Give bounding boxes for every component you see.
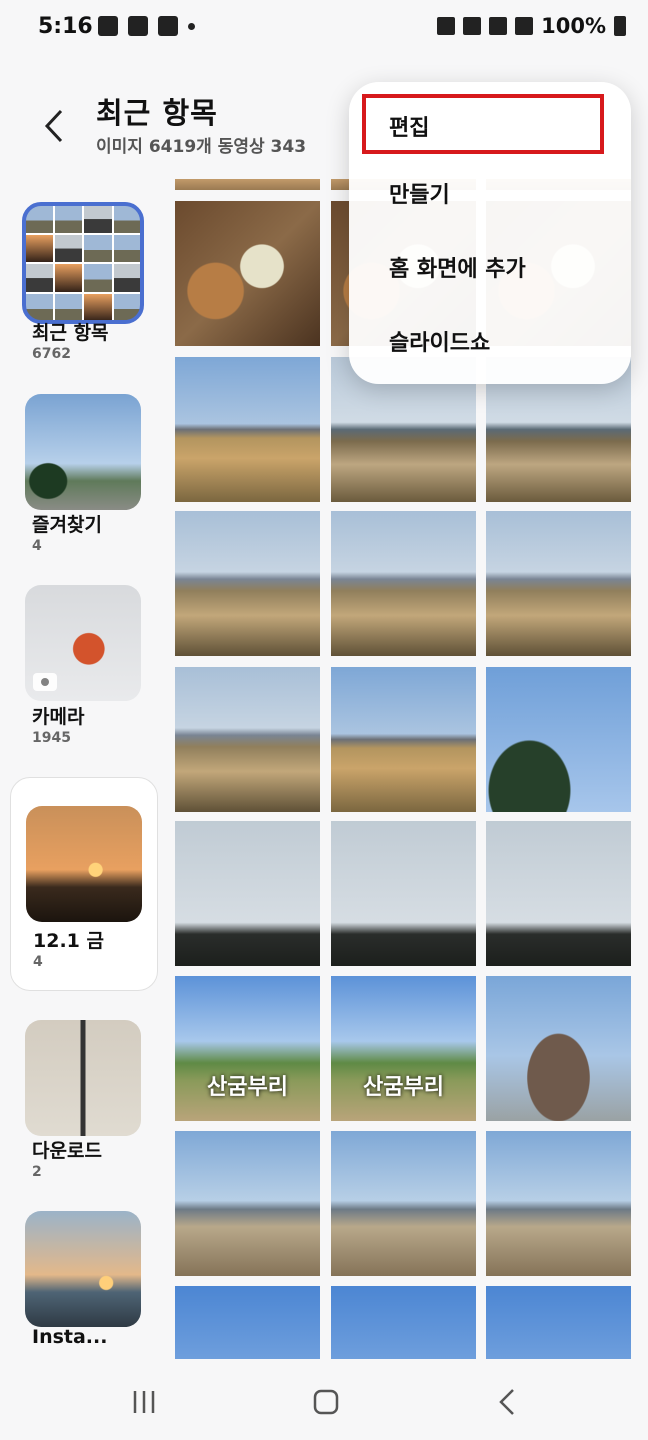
album-thumbnail (25, 1020, 141, 1136)
album-count: 2 (32, 1164, 42, 1180)
status-time: 5:16 (38, 14, 93, 39)
album-thumbnail (25, 585, 141, 701)
album-instagram[interactable]: Insta... (10, 1198, 158, 1358)
page-title: 최근 항목 (96, 96, 218, 130)
gallery-notification-icon (98, 16, 118, 36)
photo-thumbnail[interactable] (175, 1131, 320, 1276)
photo-thumbnail[interactable] (486, 1131, 631, 1276)
album-thumbnail (25, 1211, 141, 1327)
album-thumbnail (26, 806, 142, 922)
album-name: 12.1 금 (33, 930, 104, 952)
mute-icon (463, 17, 482, 35)
album-name: 즐겨찾기 (32, 514, 102, 536)
photo-thumbnail[interactable] (175, 201, 320, 346)
system-icons: 100% (437, 14, 626, 38)
share-notification-icon (128, 16, 148, 36)
overflow-menu: 편집 만들기 홈 화면에 추가 슬라이드쇼 (349, 82, 631, 384)
photo-thumbnail[interactable] (486, 1286, 631, 1359)
album-name: 카메라 (32, 706, 85, 728)
photo-thumbnail[interactable] (175, 511, 320, 656)
photo-caption: 산굼부리 (207, 1075, 288, 1100)
album-thumbnail (22, 202, 144, 324)
album-camera[interactable]: 카메라 1945 (10, 572, 158, 757)
album-count: 1945 (32, 730, 71, 746)
album-name: 다운로드 (32, 1140, 102, 1162)
camera-icon (33, 673, 57, 691)
album-recent[interactable]: 최근 항목 6762 (10, 190, 158, 375)
photo-thumbnail[interactable] (175, 357, 320, 502)
notification-icons (98, 16, 195, 36)
recents-icon (133, 1391, 155, 1413)
album-download[interactable]: 다운로드 2 (10, 1006, 158, 1191)
photo-thumbnail[interactable]: 산굼부리 (331, 976, 476, 1121)
photo-thumbnail[interactable] (486, 821, 631, 966)
photo-thumbnail[interactable] (331, 1131, 476, 1276)
photo-thumbnail[interactable] (331, 667, 476, 812)
photo-thumbnail[interactable] (175, 821, 320, 966)
back-icon (499, 1389, 514, 1415)
page-subtitle: 이미지 6419개 동영상 343 (96, 137, 307, 157)
photo-thumbnail[interactable] (486, 511, 631, 656)
album-name: 최근 항목 (32, 322, 109, 344)
wifi-icon (489, 17, 508, 35)
album-thumbnail (25, 394, 141, 510)
menu-item-create[interactable]: 만들기 (389, 177, 450, 209)
photo-thumbnail[interactable] (331, 1286, 476, 1359)
more-notifications-icon (188, 22, 195, 30)
chevron-left-icon (44, 109, 63, 143)
home-button[interactable] (306, 1382, 346, 1422)
recents-button[interactable] (124, 1382, 164, 1422)
menu-item-edit[interactable]: 편집 (389, 110, 429, 142)
navigation-bar (0, 1364, 648, 1440)
photo-thumbnail[interactable] (486, 976, 631, 1121)
status-bar: 5:16 100% (0, 0, 648, 56)
battery-icon (614, 16, 626, 36)
back-button[interactable] (36, 102, 72, 150)
signal-icon (515, 17, 534, 35)
photo-thumbnail[interactable] (331, 511, 476, 656)
photo-thumbnail[interactable] (175, 667, 320, 812)
back-nav-button[interactable] (488, 1382, 528, 1422)
album-name: Insta... (32, 1326, 108, 1348)
menu-item-add-to-home[interactable]: 홈 화면에 추가 (389, 251, 526, 283)
album-12-1[interactable]: 12.1 금 4 (10, 777, 158, 991)
album-favorites[interactable]: 즐겨찾기 4 (10, 380, 158, 565)
photo-thumbnail[interactable] (175, 179, 320, 190)
album-count: 6762 (32, 346, 71, 362)
photo-caption: 산굼부리 (363, 1075, 444, 1100)
photo-notification-icon (158, 16, 178, 36)
home-icon (313, 1389, 339, 1415)
album-count: 4 (33, 954, 43, 970)
menu-item-slideshow[interactable]: 슬라이드쇼 (389, 325, 490, 357)
bluetooth-icon (437, 17, 456, 35)
battery-percent: 100% (541, 14, 606, 38)
album-count: 4 (32, 538, 42, 554)
photo-thumbnail[interactable] (331, 821, 476, 966)
photo-thumbnail[interactable] (175, 1286, 320, 1359)
photo-thumbnail[interactable] (486, 667, 631, 812)
photo-thumbnail[interactable]: 산굼부리 (175, 976, 320, 1121)
